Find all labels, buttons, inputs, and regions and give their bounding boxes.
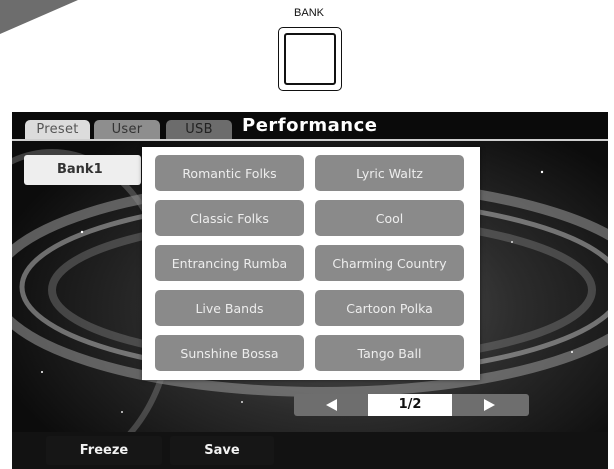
page-title: Performance [242,115,378,136]
next-page-button[interactable] [452,394,529,416]
tab-bar: Preset User USB Performance [12,112,608,140]
bank-button[interactable] [278,27,342,91]
tab-preset[interactable]: Preset [25,120,90,140]
style-button-lyric-waltz[interactable]: Lyric Waltz [315,155,464,191]
style-button-tango-ball[interactable]: Tango Ball [315,335,464,371]
tab-divider [12,139,608,141]
bank-selector[interactable]: Bank1 [24,155,141,185]
style-button-classic-folks[interactable]: Classic Folks [155,200,304,236]
corner-graphic [0,0,78,34]
tab-usb[interactable]: USB [166,120,232,140]
bank-label: BANK [294,7,324,19]
freeze-button[interactable]: Freeze [46,436,162,465]
style-button-cartoon-polka[interactable]: Cartoon Polka [315,290,464,326]
bank-button-face [284,33,336,85]
lcd-screen: Preset User USB Performance Bank1 Romant… [12,112,608,469]
style-button-cool[interactable]: Cool [315,200,464,236]
style-button-charming-country[interactable]: Charming Country [315,245,464,281]
bottom-bar: Freeze Save [12,432,608,469]
style-button-live-bands[interactable]: Live Bands [155,290,304,326]
prev-page-button[interactable] [294,394,368,416]
tab-user[interactable]: User [94,120,160,140]
save-button[interactable]: Save [170,436,274,465]
page-indicator: 1/2 [368,394,452,416]
style-button-romantic-folks[interactable]: Romantic Folks [155,155,304,191]
style-button-entrancing-rumba[interactable]: Entrancing Rumba [155,245,304,281]
style-button-sunshine-bossa[interactable]: Sunshine Bossa [155,335,304,371]
arrow-left-icon [326,399,337,411]
arrow-right-icon [484,399,495,411]
pager: 1/2 [294,394,529,416]
style-list-popup: Romantic Folks Lyric Waltz Classic Folks… [142,147,480,380]
